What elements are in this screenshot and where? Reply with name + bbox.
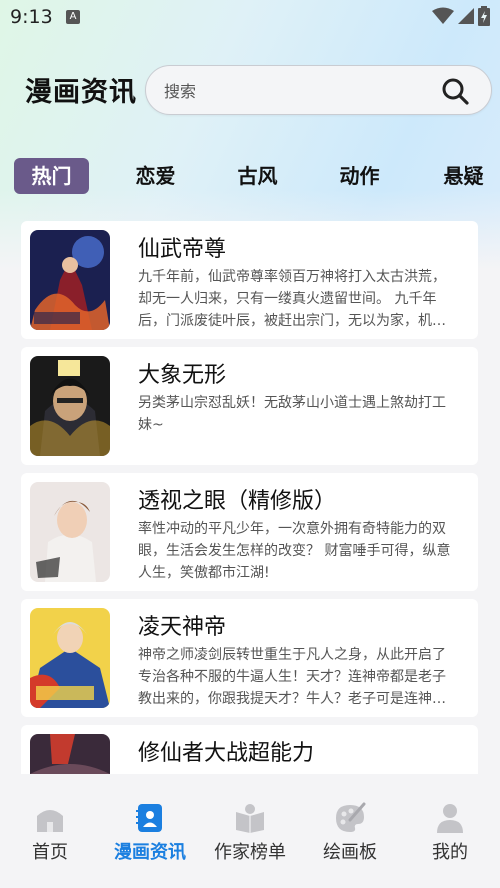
news-icon — [136, 804, 162, 832]
item-title: 大象无形 — [138, 363, 227, 388]
tab-action[interactable]: 动作 — [322, 158, 397, 194]
tab-romance[interactable]: 恋爱 — [118, 158, 193, 194]
page-title: 漫画资讯 — [25, 77, 137, 108]
status-time: 9:13 — [10, 6, 53, 28]
tab-mystery[interactable]: 悬疑 — [426, 158, 500, 194]
nav-label: 作家榜单 — [214, 842, 286, 863]
category-tabs: 热门 恋爱 古风 动作 悬疑 — [0, 158, 500, 194]
nav-author-ranking[interactable]: 作家榜单 — [200, 802, 300, 864]
home-icon — [37, 810, 63, 832]
item-description: 率性冲动的平凡少年，一次意外拥有奇特能力的双眼，生活会发生怎样的改变？ 财富唾手… — [138, 521, 451, 581]
wifi-icon — [432, 7, 454, 24]
nav-label: 绘画板 — [323, 842, 377, 863]
item-description: 另类茅山宗怼乱妖！无敌茅山小道士遇上煞劫打工妹~ — [138, 395, 446, 433]
list-item[interactable]: 仙武帝尊 九千年前，仙武帝尊率领百万神将打入太古洪荒，却无一人归来，只有一缕真火… — [21, 221, 478, 339]
book-icon — [236, 804, 264, 833]
search-bar[interactable] — [145, 65, 492, 115]
item-title: 修仙者大战超能力 — [138, 741, 315, 766]
palette-icon — [336, 802, 366, 832]
user-icon — [437, 804, 463, 833]
item-title: 仙武帝尊 — [138, 237, 227, 262]
status-icons — [432, 6, 490, 26]
item-description: 神帝之师凌剑辰转世重生于凡人之身，从此开启了专治各种不服的牛逼人生！天才？连神帝… — [138, 647, 446, 707]
nav-label: 我的 — [432, 842, 468, 863]
battery-icon — [478, 6, 490, 26]
item-title: 透视之眼（精修版） — [138, 489, 337, 514]
item-title: 凌天神帝 — [138, 615, 227, 640]
search-input[interactable] — [164, 79, 424, 103]
list-item[interactable]: 大象无形 另类茅山宗怼乱妖！无敌茅山小道士遇上煞劫打工妹~ — [21, 347, 478, 465]
list-item[interactable]: 透视之眼（精修版） 率性冲动的平凡少年，一次意外拥有奇特能力的双眼，生活会发生怎… — [21, 473, 478, 591]
cover-image — [30, 230, 110, 330]
nav-drawing-board[interactable]: 绘画板 — [300, 802, 400, 864]
notification-icon: A — [66, 10, 80, 24]
nav-label: 漫画资讯 — [114, 842, 186, 863]
nav-home[interactable]: 首页 — [0, 802, 100, 864]
tab-hot[interactable]: 热门 — [14, 158, 89, 194]
tab-ancient[interactable]: 古风 — [220, 158, 295, 194]
nav-profile[interactable]: 我的 — [400, 802, 500, 864]
list-item[interactable]: 凌天神帝 神帝之师凌剑辰转世重生于凡人之身，从此开启了专治各种不服的牛逼人生！天… — [21, 599, 478, 717]
status-bar: 9:13 A — [0, 0, 500, 34]
signal-icon — [458, 8, 474, 24]
bottom-navigation: 首页 漫画资讯 作家榜单 绘画板 我的 — [0, 774, 500, 888]
nav-label: 首页 — [32, 842, 68, 863]
cover-image — [30, 482, 110, 582]
cover-image — [30, 356, 110, 456]
item-description: 九千年前，仙武帝尊率领百万神将打入太古洪荒，却无一人归来，只有一缕真火遗留世间。… — [138, 269, 446, 329]
cover-image — [30, 608, 110, 708]
search-icon[interactable] — [441, 77, 469, 105]
nav-news[interactable]: 漫画资讯 — [100, 802, 200, 864]
